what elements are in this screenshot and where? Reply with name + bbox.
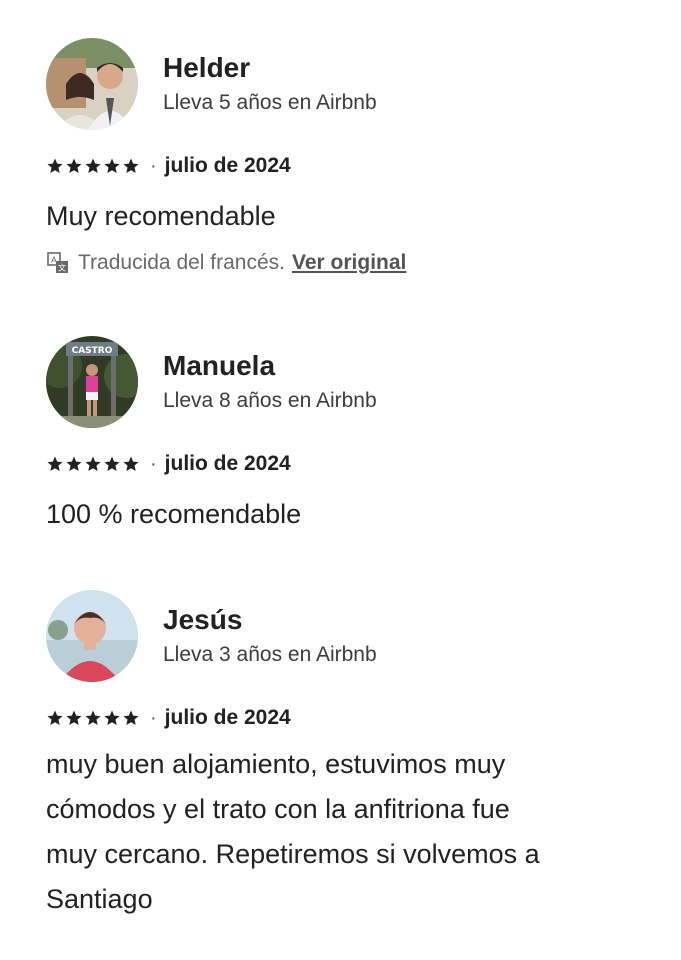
translation-notice: A 文 Traducida del francés. Ver original	[46, 248, 646, 278]
translation-note: Traducida del francés.	[78, 251, 285, 274]
star-icon	[85, 158, 101, 174]
star-icon	[47, 158, 63, 174]
reviewer-name[interactable]: Jesús	[163, 603, 377, 637]
reviewer-tenure: Lleva 3 años en Airbnb	[163, 643, 377, 666]
reviewer-tenure: Lleva 5 años en Airbnb	[163, 91, 377, 114]
reviewer-info: Manuela Lleva 8 años en Airbnb	[163, 349, 377, 415]
review-date: julio de 2024	[164, 706, 291, 729]
star-icon	[123, 710, 139, 726]
star-icon	[104, 158, 120, 174]
star-icon	[123, 158, 139, 174]
svg-text:CASTRO: CASTRO	[72, 346, 113, 356]
review-header: Helder Lleva 5 años en Airbnb	[46, 38, 646, 130]
star-icon	[123, 456, 139, 472]
review-text: 100 % recomendable	[46, 499, 302, 529]
star-rating	[46, 455, 140, 473]
star-icon	[104, 456, 120, 472]
avatar[interactable]: CASTRO	[46, 336, 138, 428]
review-meta: · julio de 2024	[46, 152, 646, 180]
reviewer-info: Jesús Lleva 3 años en Airbnb	[163, 603, 377, 669]
star-icon	[47, 456, 63, 472]
separator: ·	[150, 155, 157, 177]
review-date: julio de 2024	[164, 452, 291, 475]
review-text: muy buen alojamiento, estuvimos muy cómo…	[46, 749, 540, 914]
reviewer-name[interactable]: Helder	[163, 51, 377, 85]
review-header: CASTRO Manuela Lleva 8 años en Airbnb	[46, 336, 646, 428]
star-icon	[66, 710, 82, 726]
avatar-photo: CASTRO	[46, 336, 138, 428]
review-card: Jesús Lleva 3 años en Airbnb · julio de …	[46, 590, 646, 922]
reviewer-info: Helder Lleva 5 años en Airbnb	[163, 51, 377, 117]
translate-icon: A 文	[47, 252, 68, 273]
avatar-photo	[46, 38, 138, 130]
review-card: Helder Lleva 5 años en Airbnb · julio de…	[46, 38, 646, 278]
avatar[interactable]	[46, 38, 138, 130]
reviewer-name[interactable]: Manuela	[163, 349, 377, 383]
avatar-photo	[46, 590, 138, 682]
separator: ·	[150, 453, 157, 475]
review-meta: · julio de 2024	[46, 704, 646, 732]
reviewer-tenure: Lleva 8 años en Airbnb	[163, 389, 377, 412]
avatar[interactable]	[46, 590, 138, 682]
review-text: Muy recomendable	[46, 201, 276, 231]
star-icon	[104, 710, 120, 726]
separator: ·	[150, 707, 157, 729]
star-icon	[85, 710, 101, 726]
star-icon	[66, 158, 82, 174]
star-icon	[47, 710, 63, 726]
review-card: CASTRO Manuela Lleva 8 años en Airbnb ·	[46, 336, 646, 536]
star-icon	[66, 456, 82, 472]
review-date: julio de 2024	[164, 154, 291, 177]
review-header: Jesús Lleva 3 años en Airbnb	[46, 590, 646, 682]
svg-text:文: 文	[58, 263, 66, 273]
view-original-link[interactable]: Ver original	[292, 251, 406, 275]
star-rating	[46, 709, 140, 727]
star-icon	[85, 456, 101, 472]
star-rating	[46, 157, 140, 175]
review-meta: · julio de 2024	[46, 450, 646, 478]
